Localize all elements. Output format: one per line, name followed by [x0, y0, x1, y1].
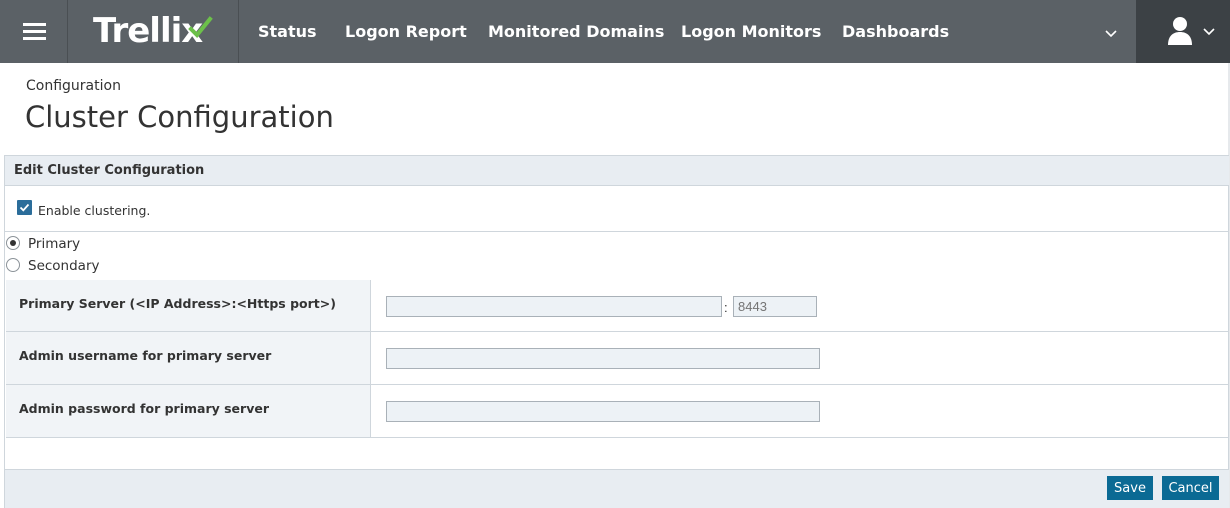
user-chevron-down-icon [1203, 28, 1215, 36]
save-button[interactable]: Save [1107, 476, 1153, 500]
panel-title: Edit Cluster Configuration [14, 163, 205, 178]
check-icon [19, 203, 30, 212]
panel-footer: Save Cancel [5, 469, 1229, 508]
primary-radio[interactable] [6, 236, 20, 250]
form-row-primary-server: Primary Server (<IP Address>:<Https port… [6, 280, 1229, 332]
form-label-cell: Admin username for primary server [6, 332, 371, 384]
nav-item-monitored-domains[interactable]: Monitored Domains [488, 0, 664, 63]
port-separator: : [724, 300, 728, 315]
nav-item-dashboards[interactable]: Dashboards [842, 0, 949, 63]
breadcrumb[interactable]: Configuration [26, 78, 121, 94]
user-icon [1168, 17, 1192, 45]
enable-clustering-checkbox[interactable] [17, 200, 32, 215]
form-label-cell: Admin password for primary server [6, 385, 371, 437]
radio-selected-dot [10, 240, 16, 246]
nav-item-logon-report[interactable]: Logon Report [345, 0, 467, 63]
primary-server-ip-input[interactable] [386, 296, 722, 317]
primary-server-label: Primary Server (<IP Address>:<Https port… [19, 296, 336, 311]
cancel-button[interactable]: Cancel [1162, 476, 1219, 500]
top-navigation-bar: Trellix Status Logon Report Monitored Do… [0, 0, 1230, 63]
admin-username-input[interactable] [386, 348, 820, 369]
secondary-radio[interactable] [6, 258, 20, 272]
edit-cluster-panel: Edit Cluster Configuration Enable cluste… [4, 155, 1229, 508]
form-row-admin-password: Admin password for primary server [6, 385, 1229, 438]
form-row-admin-username: Admin username for primary server [6, 332, 1229, 385]
nav-item-logon-monitors[interactable]: Logon Monitors [681, 0, 821, 63]
page-title: Cluster Configuration [25, 100, 334, 134]
panel-header: Edit Cluster Configuration [5, 156, 1229, 186]
user-menu-button[interactable] [1136, 0, 1230, 63]
hamburger-menu-icon[interactable] [0, 0, 68, 63]
primary-server-port-input[interactable] [733, 296, 817, 317]
form-label-cell: Primary Server (<IP Address>:<Https port… [6, 280, 371, 331]
brand-logo-text: Trellix [93, 11, 203, 51]
enable-clustering-label[interactable]: Enable clustering. [38, 203, 150, 218]
brand-logo[interactable]: Trellix [69, 0, 239, 63]
nav-more-chevron-down-icon[interactable] [1100, 22, 1122, 44]
secondary-radio-label[interactable]: Secondary [28, 258, 100, 274]
admin-password-label: Admin password for primary server [19, 401, 269, 416]
admin-password-input[interactable] [386, 401, 820, 422]
primary-radio-label[interactable]: Primary [28, 236, 80, 252]
nav-item-status[interactable]: Status [258, 0, 317, 63]
logo-check-mark [188, 16, 213, 38]
enable-clustering-row: Enable clustering. [5, 187, 1229, 232]
admin-username-label: Admin username for primary server [19, 348, 272, 363]
